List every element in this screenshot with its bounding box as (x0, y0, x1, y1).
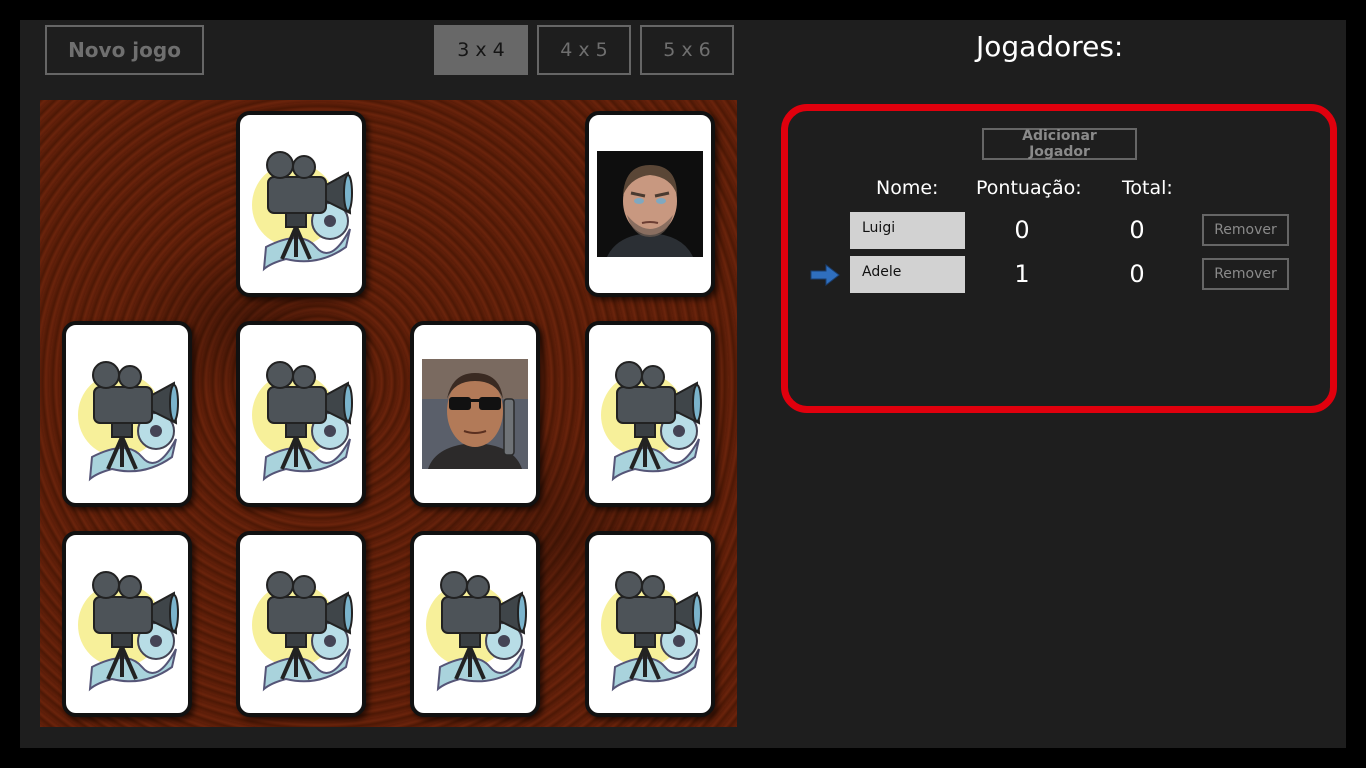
player-score: 1 (1014, 260, 1030, 288)
arrow-right-icon (810, 263, 840, 290)
player-score: 0 (1014, 216, 1030, 244)
player-total: 0 (1129, 216, 1145, 244)
card-face-down[interactable] (585, 321, 715, 507)
movie-camera-icon (595, 339, 705, 489)
card-face-down[interactable] (585, 531, 715, 717)
card-face-up[interactable] (410, 321, 540, 507)
movie-camera-icon (595, 549, 705, 699)
new-game-button[interactable]: Novo jogo (45, 25, 204, 75)
score-column-header: Pontuação: (976, 177, 1082, 199)
movie-camera-icon (246, 549, 356, 699)
name-column-header: Nome: (876, 177, 939, 199)
add-player-button[interactable]: Adicionar Jogador (982, 128, 1137, 160)
player-row: Adele 1 0 Remover (788, 256, 1330, 296)
player-name-field[interactable]: Adele (850, 256, 965, 293)
total-column-header: Total: (1122, 177, 1173, 199)
movie-camera-icon (246, 129, 356, 279)
card-face-down[interactable] (410, 531, 540, 717)
player-name-field[interactable]: Luigi (850, 212, 965, 249)
players-title: Jogadores: (976, 30, 1124, 63)
size-4x5-button[interactable]: 4 x 5 (537, 25, 631, 75)
movie-camera-icon (72, 339, 182, 489)
card-face-down[interactable] (236, 321, 366, 507)
remove-player-button[interactable]: Remover (1202, 214, 1289, 246)
size-5x6-button[interactable]: 5 x 6 (640, 25, 734, 75)
portrait-man-sunglasses-icon (422, 359, 528, 469)
card-face-down[interactable] (62, 321, 192, 507)
card-face-down[interactable] (236, 531, 366, 717)
card-face-down[interactable] (62, 531, 192, 717)
size-3x4-button[interactable]: 3 x 4 (434, 25, 528, 75)
players-panel: Adicionar Jogador Nome: Pontuação: Total… (781, 104, 1337, 413)
game-board (40, 100, 737, 727)
remove-player-button[interactable]: Remover (1202, 258, 1289, 290)
player-total: 0 (1129, 260, 1145, 288)
portrait-man-stubble-icon (597, 151, 703, 257)
movie-camera-icon (246, 339, 356, 489)
card-face-down[interactable] (236, 111, 366, 297)
card-face-up[interactable] (585, 111, 715, 297)
movie-camera-icon (420, 549, 530, 699)
app-window: Novo jogo 3 x 4 4 x 5 5 x 6 Jogadores: A… (20, 20, 1346, 748)
movie-camera-icon (72, 549, 182, 699)
player-row: Luigi 0 0 Remover (788, 212, 1330, 252)
